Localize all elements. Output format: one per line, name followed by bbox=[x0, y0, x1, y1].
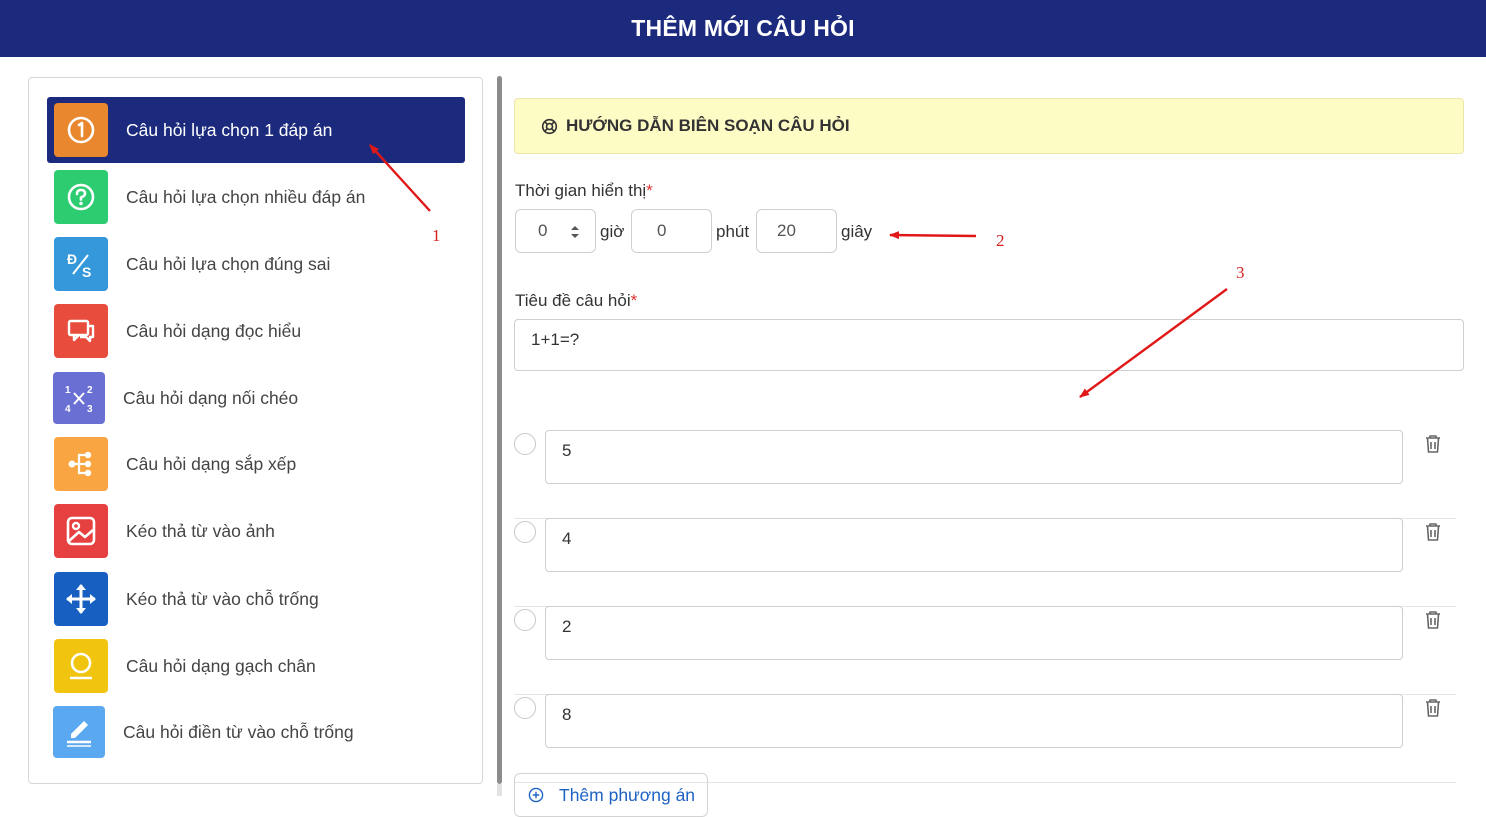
hours-value: 0 bbox=[538, 221, 548, 240]
display-time-text: Thời gian hiển thị bbox=[515, 181, 647, 200]
trash-icon[interactable] bbox=[1424, 698, 1442, 723]
annotation-number-2: 2 bbox=[996, 231, 1005, 250]
answer-input[interactable]: 8 bbox=[545, 694, 1403, 748]
svg-text:1: 1 bbox=[65, 385, 71, 396]
answer-row: 8 bbox=[514, 694, 1456, 783]
question-type-label: Câu hỏi lựa chọn 1 đáp án bbox=[126, 119, 333, 140]
cross-match-icon: 1 2 4 3 bbox=[53, 372, 105, 424]
question-type-sidebar: Câu hỏi lựa chọn 1 đáp án Câu hỏi lựa ch… bbox=[28, 77, 483, 784]
plus-circle-icon bbox=[528, 787, 559, 803]
guide-label: HƯỚNG DẪN BIÊN SOẠN CÂU HỎI bbox=[566, 116, 850, 135]
svg-text:2: 2 bbox=[87, 385, 93, 396]
scrollbar-thumb[interactable] bbox=[497, 76, 502, 784]
question-type-multiple-choice[interactable]: Câu hỏi lựa chọn nhiều đáp án bbox=[47, 164, 465, 230]
question-type-label: Câu hỏi dạng gạch chân bbox=[126, 655, 316, 676]
question-type-label: Câu hỏi dạng nối chéo bbox=[123, 387, 299, 408]
required-mark: * bbox=[646, 181, 653, 200]
life-ring-icon bbox=[541, 118, 566, 135]
trash-icon[interactable] bbox=[1424, 610, 1442, 635]
annotation-number-3: 3 bbox=[1236, 263, 1245, 282]
seconds-unit: giây bbox=[841, 222, 873, 241]
required-mark: * bbox=[630, 291, 638, 310]
question-circle-icon bbox=[54, 170, 108, 224]
display-time-label: Thời gian hiển thị* bbox=[515, 181, 653, 201]
answer-input[interactable]: 4 bbox=[545, 518, 1403, 572]
chat-bubbles-icon bbox=[54, 304, 108, 358]
minutes-unit: phút bbox=[716, 222, 750, 241]
question-type-label: Câu hỏi lựa chọn nhiều đáp án bbox=[126, 186, 366, 207]
answer-row: 2 bbox=[514, 606, 1456, 695]
question-type-true-false[interactable]: ĐS Câu hỏi lựa chọn đúng sai bbox=[47, 231, 465, 297]
page-header: THÊM MỚI CÂU HỎI bbox=[0, 0, 1486, 57]
pencil-icon bbox=[53, 706, 105, 758]
answer-row: 4 bbox=[514, 518, 1456, 607]
answer-input[interactable]: 2 bbox=[545, 606, 1403, 660]
question-type-label: Kéo thả từ vào chỗ trống bbox=[126, 588, 319, 609]
annotation-number-1: 1 bbox=[432, 226, 441, 245]
question-type-reading[interactable]: Câu hỏi dạng đọc hiểu bbox=[47, 298, 465, 364]
trash-icon[interactable] bbox=[1424, 434, 1442, 459]
svg-text:4: 4 bbox=[65, 404, 71, 415]
minutes-input[interactable]: 0 bbox=[631, 209, 712, 253]
underline-circle-icon bbox=[54, 639, 108, 693]
add-option-button[interactable]: Thêm phương án bbox=[514, 773, 708, 817]
scrollbar-track[interactable] bbox=[497, 784, 502, 796]
page-title: THÊM MỚI CÂU HỎI bbox=[631, 15, 855, 41]
move-arrows-icon bbox=[54, 572, 108, 626]
svg-text:S: S bbox=[82, 264, 91, 280]
question-title-label: Tiêu đề câu hỏi* bbox=[515, 291, 637, 311]
correct-answer-radio[interactable] bbox=[514, 609, 536, 631]
question-type-label: Câu hỏi dạng sắp xếp bbox=[126, 453, 297, 474]
true-false-icon: ĐS bbox=[54, 237, 108, 291]
svg-text:3: 3 bbox=[87, 404, 93, 415]
correct-answer-radio[interactable] bbox=[514, 521, 536, 543]
question-type-drag-to-blank[interactable]: Kéo thả từ vào chỗ trống bbox=[47, 566, 465, 632]
question-type-sorting[interactable]: Câu hỏi dạng sắp xếp bbox=[47, 431, 465, 497]
question-type-label: Câu hỏi dạng đọc hiểu bbox=[126, 320, 302, 341]
seconds-value: 20 bbox=[777, 221, 796, 240]
question-type-label: Kéo thả từ vào ảnh bbox=[126, 520, 275, 541]
number-one-icon bbox=[54, 103, 108, 157]
authoring-guide-banner[interactable]: HƯỚNG DẪN BIÊN SOẠN CÂU HỎI bbox=[514, 98, 1464, 154]
add-option-label: Thêm phương án bbox=[559, 784, 696, 805]
question-type-label: Câu hỏi điền từ vào chỗ trống bbox=[123, 721, 354, 742]
question-type-matching[interactable]: 1 2 4 3 Câu hỏi dạng nối chéo bbox=[47, 365, 465, 431]
correct-answer-radio[interactable] bbox=[514, 697, 536, 719]
minutes-value: 0 bbox=[657, 221, 667, 240]
hours-unit: giờ bbox=[600, 222, 625, 241]
image-icon bbox=[54, 504, 108, 558]
question-type-fill-blank[interactable]: Câu hỏi điền từ vào chỗ trống bbox=[47, 699, 465, 765]
correct-answer-radio[interactable] bbox=[514, 433, 536, 455]
seconds-input[interactable]: 20 bbox=[756, 209, 837, 253]
hours-input[interactable]: 0 bbox=[515, 209, 596, 253]
trash-icon[interactable] bbox=[1424, 522, 1442, 547]
question-title-text: Tiêu đề câu hỏi bbox=[515, 291, 631, 310]
answer-input[interactable]: 5 bbox=[545, 430, 1403, 484]
question-title-input[interactable]: 1+1=? bbox=[514, 319, 1464, 371]
answer-row: 5 bbox=[514, 430, 1456, 519]
spinner-icon[interactable] bbox=[568, 223, 582, 246]
svg-text:Đ: Đ bbox=[67, 251, 77, 267]
question-type-label: Câu hỏi lựa chọn đúng sai bbox=[126, 253, 331, 274]
question-type-drag-to-image[interactable]: Kéo thả từ vào ảnh bbox=[47, 498, 465, 564]
question-type-underline[interactable]: Câu hỏi dạng gạch chân bbox=[47, 633, 465, 699]
sort-tree-icon bbox=[54, 437, 108, 491]
annotation-arrow-2 bbox=[889, 231, 977, 240]
question-type-single-choice[interactable]: Câu hỏi lựa chọn 1 đáp án bbox=[47, 97, 465, 163]
